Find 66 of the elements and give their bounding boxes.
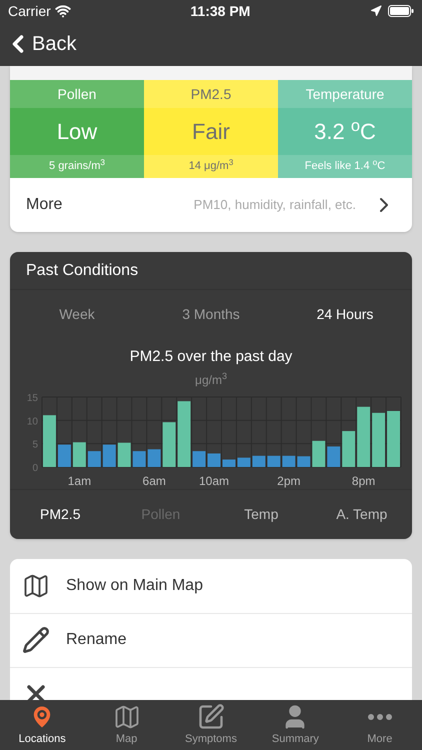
chart-bar [72, 442, 86, 466]
condition-detail: 5 grains/m$^{3}$ [49, 158, 105, 174]
x-tick-label: 2pm [277, 474, 300, 488]
back-button[interactable]: Back [4, 29, 76, 59]
chart-bar [192, 450, 206, 466]
action-row[interactable]: Show on Main Map [10, 558, 412, 612]
chart-bar [267, 455, 280, 466]
condition-value: Fair [192, 118, 230, 146]
pencil-icon [22, 626, 50, 654]
chart-bar [118, 442, 131, 466]
chart-bar [102, 444, 116, 466]
range-tab[interactable]: 3 Months [182, 304, 240, 324]
battery-icon [388, 5, 414, 17]
metric-tab[interactable]: Temp [244, 504, 278, 524]
x-tick-label: 8pm [352, 474, 376, 488]
condition-label: Pollen [58, 84, 96, 104]
chart-bar [387, 410, 400, 466]
chart-bar [297, 456, 310, 466]
chart-bar [208, 452, 220, 466]
chart-bar [282, 455, 296, 466]
condition-detail: Feels like 1.4 $^{o}$C [304, 158, 386, 174]
chart-unit: μg/m$^{3}$ [195, 370, 227, 388]
chart-bar [237, 457, 250, 466]
x-tick-label: 1am [68, 474, 92, 488]
condition-detail: 14 μg/m$^{3}$ [188, 158, 234, 174]
condition-value: 3.2 $^{o}$C [314, 116, 376, 146]
tab-bar-item[interactable]: Map [84, 700, 169, 750]
chart-bar [222, 459, 236, 466]
x-tick-label: 6am [142, 474, 166, 488]
chart-bar [372, 412, 386, 466]
more-hint: PM10, humidity, rainfall, etc. [194, 196, 356, 214]
x-tick-label: 10am [199, 474, 230, 488]
location-arrow-icon [370, 5, 382, 17]
metric-tab[interactable]: A. Temp [336, 504, 388, 524]
chart-title: PM2.5 over the past day [130, 347, 292, 367]
carrier-label: Carrier [8, 2, 51, 20]
condition-label: Temperature [306, 84, 384, 104]
chart-bar [252, 455, 266, 466]
wifi-icon [54, 3, 71, 19]
metric-tab[interactable]: PM2.5 [40, 504, 80, 524]
more-label: More [26, 195, 62, 215]
tab-bar-item[interactable]: Summary [253, 700, 338, 750]
tab-bar-item[interactable]: Locations [0, 700, 84, 750]
card-title: Past Conditions [26, 260, 138, 280]
tab-bar-item[interactable]: More [338, 700, 422, 750]
status-time: 11:38 PM [190, 2, 250, 20]
condition-label: PM2.5 [190, 84, 232, 104]
chart-bar [148, 448, 161, 466]
chart-bar [162, 422, 176, 466]
condition-value: Low [56, 118, 98, 146]
tab-bar-item[interactable]: Symptoms [168, 700, 254, 750]
more-icon [368, 714, 392, 720]
range-tab[interactable]: Week [59, 304, 95, 324]
action-row[interactable]: Rename [10, 612, 412, 666]
chart-bar [357, 406, 370, 466]
more-row[interactable]: More PM10, humidity, rainfall, etc. [10, 178, 412, 232]
chart-bar [327, 446, 340, 466]
chart-bar [178, 400, 191, 466]
chart-bar [88, 450, 101, 466]
chart-bar [312, 440, 326, 466]
chart-bar [43, 414, 56, 466]
chart-bar [58, 444, 71, 466]
chart-bar [342, 430, 356, 466]
chart-bar [132, 450, 146, 466]
compose-icon [196, 702, 225, 731]
range-tab[interactable]: 24 Hours [316, 304, 374, 324]
